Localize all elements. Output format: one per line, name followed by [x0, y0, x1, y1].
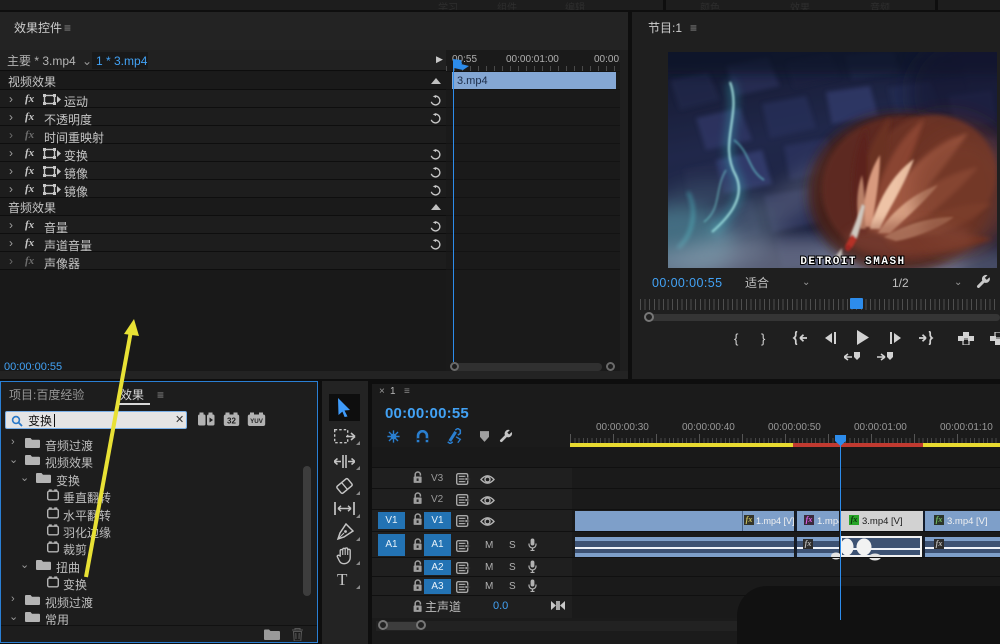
- svg-text:YUV: YUV: [250, 418, 264, 425]
- svg-text:DETROIT SMASH: DETROIT SMASH: [800, 256, 905, 268]
- svg-text:32: 32: [227, 417, 236, 426]
